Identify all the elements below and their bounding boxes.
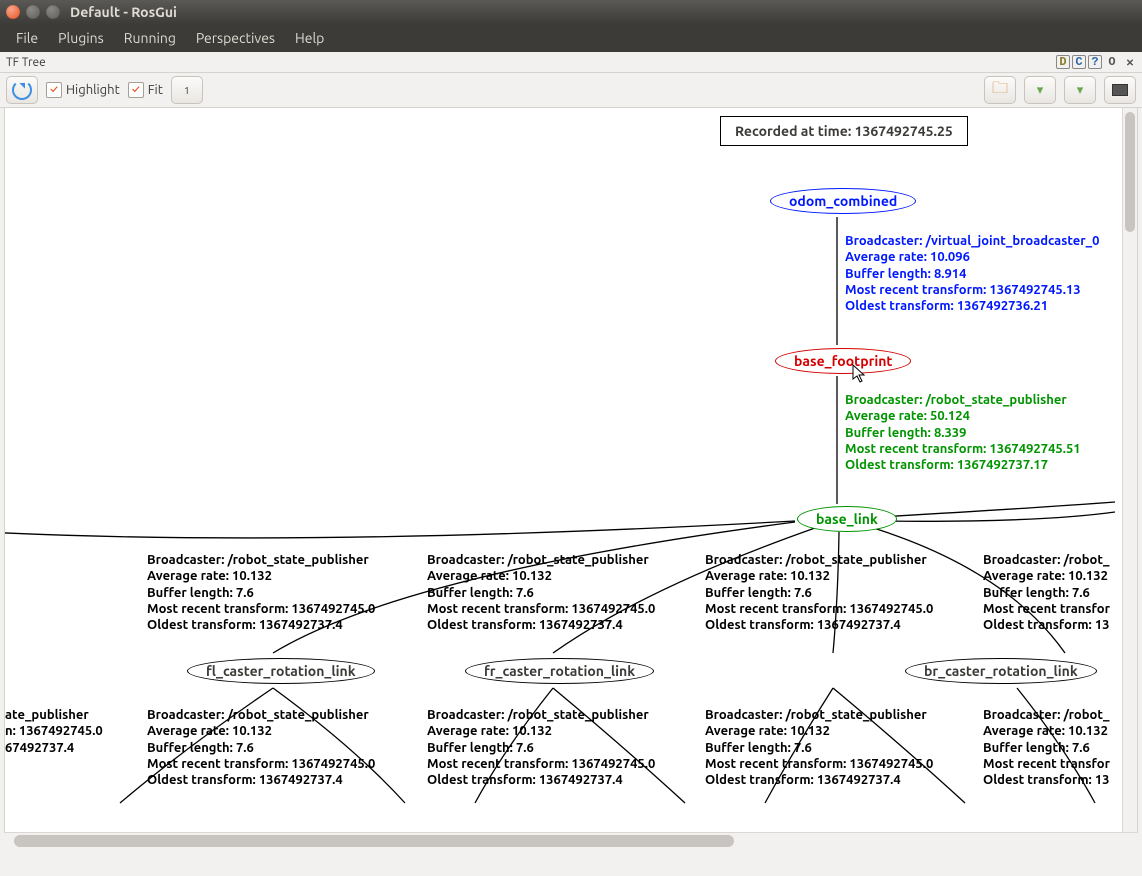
- node-fr-caster[interactable]: fr_caster_rotation_link: [465, 658, 654, 684]
- node-fl-caster[interactable]: fl_caster_rotation_link: [187, 658, 375, 684]
- menu-running[interactable]: Running: [114, 30, 186, 46]
- fit-label: Fit: [148, 83, 163, 97]
- node-base-link[interactable]: base_link: [797, 506, 897, 532]
- edge-label-lower-2: Broadcaster: /robot_state_publisher Aver…: [427, 707, 655, 788]
- dock-close-button[interactable]: ✕: [1122, 55, 1138, 70]
- dock-help-button[interactable]: ?: [1088, 55, 1102, 69]
- node-odom-combined[interactable]: odom_combined: [770, 188, 916, 214]
- refresh-icon: [12, 80, 32, 100]
- dock-letter-d-button[interactable]: D: [1056, 55, 1070, 69]
- vertical-scrollbar[interactable]: [1122, 108, 1137, 832]
- monitor-icon: [1112, 84, 1128, 96]
- menu-perspectives[interactable]: Perspectives: [186, 30, 285, 46]
- tf-tree-toolbar: ✓ Highlight ✓ Fit 1 🗀 ▾ ▾: [0, 73, 1142, 108]
- edge-label-lower-3: Broadcaster: /robot_state_publisher Aver…: [705, 707, 933, 788]
- dock-title: TF Tree: [4, 56, 46, 69]
- dock-title-strip: TF Tree D C ? O ✕: [0, 52, 1142, 73]
- folder-icon: 🗀: [992, 77, 1008, 104]
- scrollbar-thumb[interactable]: [1125, 112, 1135, 232]
- screenshot-button[interactable]: [1104, 76, 1136, 104]
- edge-label-footprint: Broadcaster: /robot_state_publisher Aver…: [845, 392, 1081, 473]
- edge-label-base-4: Broadcaster: /robot_ Average rate: 10.13…: [983, 552, 1110, 633]
- arrow-down-icon: ▾: [1077, 83, 1084, 98]
- edge-label-lower-4: Broadcaster: /robot_ Average rate: 10.13…: [983, 707, 1110, 788]
- recorded-time-box: Recorded at time: 1367492745.25: [720, 116, 968, 146]
- highlight-label: Highlight: [66, 83, 120, 97]
- horizontal-scrollbar[interactable]: [4, 832, 1138, 849]
- arrow-down-icon: ▾: [1037, 83, 1044, 98]
- tf-tree-canvas-frame: Recorded at time: 1367492745.25 odom_com…: [4, 108, 1138, 832]
- check-icon: ✓: [46, 82, 62, 98]
- edge-label-base-1: Broadcaster: /robot_state_publisher Aver…: [147, 552, 375, 633]
- node-base-footprint[interactable]: base_footprint: [775, 348, 911, 374]
- window-title-text: Default - RosGui: [70, 4, 177, 20]
- edge-label-base-2: Broadcaster: /robot_state_publisher Aver…: [427, 552, 655, 633]
- tf-tree-canvas[interactable]: Recorded at time: 1367492745.25 odom_com…: [5, 108, 1115, 832]
- menu-help[interactable]: Help: [285, 30, 334, 46]
- window-close-button[interactable]: [6, 5, 20, 19]
- menu-plugins[interactable]: Plugins: [48, 30, 114, 46]
- menu-file[interactable]: File: [6, 30, 48, 46]
- refresh-button[interactable]: [6, 76, 38, 104]
- save-button-1[interactable]: ▾: [1024, 76, 1056, 104]
- depth-level-value: 1: [184, 85, 190, 96]
- edge-label-odom: Broadcaster: /virtual_joint_broadcaster_…: [845, 233, 1099, 314]
- node-br-caster[interactable]: br_caster_rotation_link: [905, 658, 1097, 684]
- edge-label-lower-0: ate_publisher n: 1367492745.0 67492737.4: [5, 707, 103, 756]
- fit-checkbox[interactable]: ✓ Fit: [128, 82, 163, 98]
- edge-label-base-3: Broadcaster: /robot_state_publisher Aver…: [705, 552, 933, 633]
- check-icon: ✓: [128, 82, 144, 98]
- edge-label-lower-1: Broadcaster: /robot_state_publisher Aver…: [147, 707, 375, 788]
- window-titlebar: Default - RosGui: [0, 0, 1142, 24]
- scrollbar-thumb[interactable]: [14, 835, 734, 847]
- window-minimize-button[interactable]: [26, 5, 40, 19]
- menu-bar: File Plugins Running Perspectives Help: [0, 24, 1142, 52]
- dock-popout-button[interactable]: O: [1104, 55, 1120, 69]
- open-file-button[interactable]: 🗀: [984, 76, 1016, 104]
- window-bottom-margin: [0, 849, 1142, 876]
- highlight-checkbox[interactable]: ✓ Highlight: [46, 82, 120, 98]
- dock-reload-button[interactable]: C: [1072, 55, 1086, 69]
- save-button-2[interactable]: ▾: [1064, 76, 1096, 104]
- depth-level-button[interactable]: 1: [171, 76, 203, 104]
- window-maximize-button[interactable]: [46, 5, 60, 19]
